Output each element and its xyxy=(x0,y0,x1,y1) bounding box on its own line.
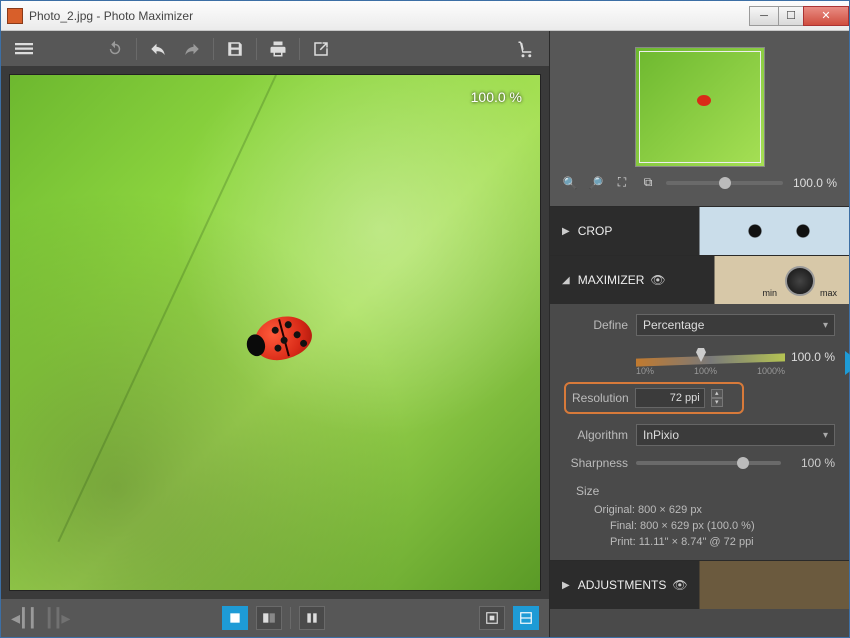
size-print: Print: 11.11" × 8.74" @ 72 ppi xyxy=(610,536,835,548)
define-label: Define xyxy=(564,318,628,332)
preview-zoom-slider[interactable] xyxy=(666,181,783,185)
undo-button[interactable] xyxy=(145,36,171,62)
eye-icon[interactable]: 👁 xyxy=(650,273,665,287)
eye-icon[interactable]: 👁 xyxy=(672,578,687,592)
close-button[interactable]: ✕ xyxy=(803,6,849,26)
preview-panel: 🔍 🔎 ⛶ ⧉ 100.0 % xyxy=(550,31,849,206)
view-mode-single[interactable] xyxy=(222,606,248,630)
sharpness-slider[interactable] xyxy=(636,461,781,465)
app-window: Photo_2.jpg - Photo Maximizer ─ ☐ ✕ xyxy=(0,0,850,638)
actual-size-button[interactable] xyxy=(513,606,539,630)
save-button[interactable] xyxy=(222,36,248,62)
export-button[interactable] xyxy=(308,36,334,62)
window-title: Photo_2.jpg - Photo Maximizer xyxy=(29,9,750,23)
resolution-stepper[interactable]: ▴▾ xyxy=(711,389,723,407)
prev-image-button[interactable]: ◂┃┃ xyxy=(11,608,36,629)
app-icon xyxy=(7,8,23,24)
print-button[interactable] xyxy=(265,36,291,62)
undo-history-icon[interactable] xyxy=(102,36,128,62)
fit-screen-button[interactable] xyxy=(479,606,505,630)
chevron-right-icon: ▶ xyxy=(562,226,570,237)
sharpness-label: Sharpness xyxy=(564,456,628,470)
fit-icon[interactable]: ⛶ xyxy=(614,175,630,191)
step-up-icon[interactable]: ▴ xyxy=(711,389,723,398)
view-mode-compare[interactable] xyxy=(256,606,282,630)
adjustments-section-header[interactable]: ▶ ADJUSTMENTS 👁 xyxy=(550,561,849,609)
algorithm-label: Algorithm xyxy=(564,428,628,442)
zoom-in-icon[interactable]: 🔎 xyxy=(588,175,604,191)
sharpness-value: 100 % xyxy=(789,456,835,470)
crop-section-title: CROP xyxy=(578,224,613,238)
top-toolbar xyxy=(1,31,549,66)
left-pane: 100.0 % ◂┃┃ ┃┃▸ xyxy=(1,31,549,637)
maximizer-panel: Define Percentage ▾ 10% 100% 1000% xyxy=(550,304,849,560)
size-final: Final: 800 × 629 px (100.0 %) xyxy=(610,520,835,532)
zoom-out-icon[interactable]: 🔍 xyxy=(562,175,578,191)
dial-icon xyxy=(785,266,815,296)
maximizer-section-header[interactable]: ◢ MAXIMIZER 👁 min max xyxy=(550,256,849,304)
canvas[interactable]: 100.0 % xyxy=(1,66,549,599)
right-panel: 🔍 🔎 ⛶ ⧉ 100.0 % ▶ CROP ◢ MAXIMIZER xyxy=(549,31,849,637)
preview-zoom-value: 100.0 % xyxy=(793,176,837,190)
caret-down-icon: ▾ xyxy=(823,320,828,331)
onetoone-icon[interactable]: ⧉ xyxy=(640,175,656,191)
titlebar: Photo_2.jpg - Photo Maximizer ─ ☐ ✕ xyxy=(1,1,849,31)
algorithm-dropdown[interactable]: InPixio ▾ xyxy=(636,424,835,446)
view-mode-split[interactable] xyxy=(299,606,325,630)
cart-button[interactable] xyxy=(513,36,539,62)
percentage-slider[interactable]: 10% 100% 1000% 100.0 % xyxy=(636,346,835,372)
min-label: min xyxy=(762,288,777,298)
minimize-button[interactable]: ─ xyxy=(749,6,779,26)
caret-down-icon: ▾ xyxy=(823,430,828,441)
resolution-field[interactable]: 72 ppi xyxy=(635,388,705,408)
zoom-indicator: 100.0 % xyxy=(471,89,522,105)
maximize-button[interactable]: ☐ xyxy=(778,6,804,26)
next-image-button[interactable]: ┃┃▸ xyxy=(44,608,69,629)
maximizer-section-title: MAXIMIZER xyxy=(578,273,645,287)
panel-collapse-handle[interactable] xyxy=(845,351,850,375)
chevron-right-icon: ▶ xyxy=(562,580,570,591)
redo-button[interactable] xyxy=(179,36,205,62)
adjustments-section-title: ADJUSTMENTS xyxy=(578,578,667,592)
size-original: Original: 800 × 629 px xyxy=(594,504,835,516)
tick-10: 10% xyxy=(636,366,654,376)
step-down-icon[interactable]: ▾ xyxy=(711,398,723,407)
preview-thumbnail[interactable] xyxy=(635,47,765,167)
max-label: max xyxy=(820,288,837,298)
menu-button[interactable] xyxy=(11,36,37,62)
image-view[interactable]: 100.0 % xyxy=(9,74,541,591)
tick-1000: 1000% xyxy=(757,366,785,376)
chevron-down-icon: ◢ xyxy=(562,275,570,286)
tick-100: 100% xyxy=(694,366,717,376)
resolution-value: 72 ppi xyxy=(670,392,700,404)
algorithm-value: InPixio xyxy=(643,428,679,442)
size-info: Size Original: 800 × 629 px Final: 800 ×… xyxy=(576,484,835,552)
crop-section-header[interactable]: ▶ CROP xyxy=(550,207,849,255)
define-dropdown[interactable]: Percentage ▾ xyxy=(636,314,835,336)
define-value: Percentage xyxy=(643,318,704,332)
size-label: Size xyxy=(576,484,835,498)
percentage-value: 100.0 % xyxy=(791,350,835,364)
resolution-label: Resolution xyxy=(572,391,629,405)
resolution-row: Resolution 72 ppi ▴▾ xyxy=(564,382,744,414)
bottom-toolbar: ◂┃┃ ┃┃▸ xyxy=(1,599,549,637)
